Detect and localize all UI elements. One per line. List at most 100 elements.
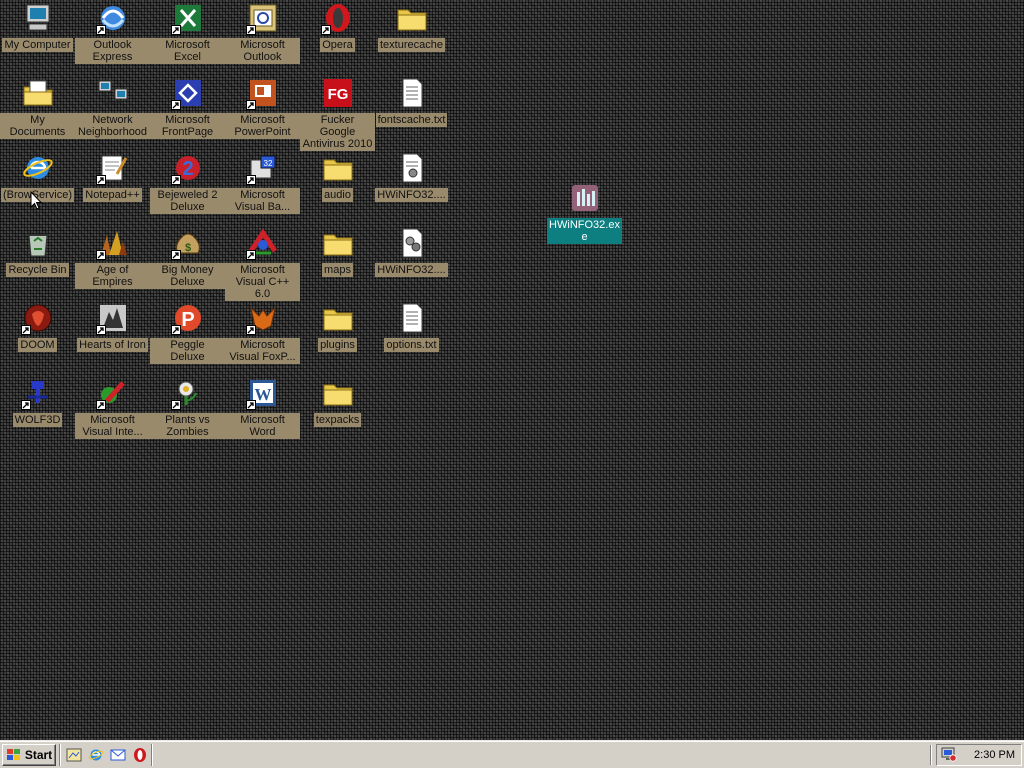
desktop-icon-doom[interactable]: DOOM <box>0 302 75 372</box>
desktop-icon-label: My Computer <box>2 38 73 52</box>
desktop-icon-label: Outlook Express <box>75 38 150 64</box>
svg-text:2: 2 <box>182 158 193 180</box>
shortcut-arrow-icon <box>95 25 106 35</box>
shortcut-arrow-icon <box>95 325 106 335</box>
shortcut-arrow-icon <box>245 100 256 110</box>
windows-logo-icon <box>6 748 20 760</box>
desktop-icon-label: texturecache <box>378 38 445 52</box>
start-button[interactable]: Start <box>2 743 56 766</box>
shortcut-arrow-icon <box>170 175 181 185</box>
desktop-icon-browservice[interactable]: (BrowService) <box>0 152 75 222</box>
desktop-icon-peggle[interactable]: P Peggle Deluxe <box>150 302 225 372</box>
desktop-icon-opera[interactable]: Opera <box>300 2 375 72</box>
visual-interdev-icon <box>95 377 129 410</box>
desktop-icon-visual-interdev[interactable]: Microsoft Visual Inte... <box>75 377 150 447</box>
shortcut-arrow-icon <box>170 400 181 410</box>
word-icon: W <box>245 377 279 410</box>
network-icon <box>97 77 129 109</box>
desktop-icon-label: plugins <box>318 338 357 352</box>
svg-text:$: $ <box>184 242 190 254</box>
desktop-icon-label: Microsoft Visual FoxP... <box>225 338 300 364</box>
clock[interactable]: 2:30 PM <box>974 749 1015 761</box>
desktop-icon-label: Peggle Deluxe <box>150 338 225 364</box>
quick-launch <box>66 747 148 763</box>
opera-icon <box>320 2 354 35</box>
outlook-express-icon <box>95 2 129 35</box>
quicklaunch-internet-explorer-icon[interactable] <box>88 747 104 763</box>
frontpage-icon <box>170 77 204 110</box>
desktop-icon-wolf3d[interactable]: WOLF3D <box>0 377 75 447</box>
desktop-icon-label: Microsoft Outlook <box>225 38 300 64</box>
folder-icon <box>322 227 354 259</box>
shortcut-arrow-icon <box>320 25 331 35</box>
shortcut-arrow-icon <box>170 25 181 35</box>
folder-icon <box>322 152 354 184</box>
outlook-icon <box>245 2 279 35</box>
desktop-icon-microsoft-frontpage[interactable]: Microsoft FrontPage <box>150 77 225 147</box>
desktop-icon-texpacks[interactable]: texpacks <box>300 377 375 447</box>
text-file-icon <box>396 77 428 109</box>
desktop-icon-label: Microsoft PowerPoint <box>225 113 300 139</box>
tray-monitor-icon[interactable] <box>941 746 957 765</box>
desktop-icon-visual-foxpro[interactable]: Microsoft Visual FoxP... <box>225 302 300 372</box>
desktop-icon-age-of-empires[interactable]: Age of Empires <box>75 227 150 297</box>
desktop-icon-hwinfo-1[interactable]: HWiNFO32.... <box>374 152 449 222</box>
desktop-icon-label: Big Money Deluxe <box>150 263 225 289</box>
powerpoint-icon <box>245 77 279 110</box>
desktop-icon-microsoft-excel[interactable]: Microsoft Excel <box>150 2 225 72</box>
shortcut-arrow-icon <box>170 100 181 110</box>
shortcut-arrow-icon <box>95 175 106 185</box>
desktop-icon-label: maps <box>322 263 353 277</box>
desktop-icon-my-computer[interactable]: My Computer <box>0 2 75 72</box>
desktop-icon-bejeweled[interactable]: 2 Bejeweled 2 Deluxe <box>150 152 225 222</box>
svg-text:32: 32 <box>263 159 272 168</box>
desktop-icon-notepadpp[interactable]: Notepad++ <box>75 152 150 222</box>
desktop-icon-visual-cpp[interactable]: Microsoft Visual C++ 6.0 <box>225 227 300 301</box>
my-documents-icon <box>22 77 54 109</box>
desktop-icon-label: My Documents <box>0 113 75 139</box>
quicklaunch-opera-icon[interactable] <box>132 747 148 763</box>
shortcut-arrow-icon <box>20 325 31 335</box>
shortcut-arrow-icon <box>245 250 256 260</box>
desktop-icon-plants-vs-zombies[interactable]: Plants vs Zombies <box>150 377 225 447</box>
desktop-icon-outlook-express[interactable]: Outlook Express <box>75 2 150 72</box>
desktop-icon-network-neighborhood[interactable]: Network Neighborhood <box>75 77 150 147</box>
desktop-icon-label: Microsoft Excel <box>150 38 225 64</box>
desktop-icon-label: HWiNFO32.exe <box>547 218 622 244</box>
desktop-icon-label: Plants vs Zombies <box>150 413 225 439</box>
desktop-icon-maps[interactable]: maps <box>300 227 375 297</box>
desktop-icon-label: WOLF3D <box>12 413 63 427</box>
desktop-icon-label: Notepad++ <box>83 188 142 202</box>
desktop-icon-label: Fucker Google Antivirus 2010 <box>300 113 375 151</box>
desktop-icon-microsoft-powerpoint[interactable]: Microsoft PowerPoint <box>225 77 300 147</box>
desktop-icon-big-money[interactable]: $ Big Money Deluxe <box>150 227 225 297</box>
desktop-icon-visual-basic[interactable]: 32 Microsoft Visual Ba... <box>225 152 300 222</box>
hwinfo-icon <box>569 182 601 214</box>
desktop-icon-audio[interactable]: audio <box>300 152 375 222</box>
desktop-icon-label: Hearts of Iron <box>77 338 148 352</box>
quicklaunch-show-desktop-icon[interactable] <box>66 747 82 763</box>
desktop-icon-fucker-google[interactable]: FG Fucker Google Antivirus 2010 <box>300 77 375 151</box>
desktop-icon-hwinfo-2[interactable]: HWiNFO32.... <box>374 227 449 297</box>
peggle-icon: P <box>170 302 204 335</box>
desktop-icon-texturecache[interactable]: texturecache <box>374 2 449 72</box>
desktop-icon-microsoft-outlook[interactable]: Microsoft Outlook <box>225 2 300 72</box>
folder-icon <box>322 377 354 409</box>
desktop-icon-label: DOOM <box>18 338 57 352</box>
desktop-icon-my-documents[interactable]: My Documents <box>0 77 75 147</box>
desktop-icon-label: Age of Empires <box>75 263 150 289</box>
my-computer-icon <box>22 2 54 34</box>
desktop-icon-label: HWiNFO32.... <box>375 188 448 202</box>
desktop-icon-options[interactable]: options.txt <box>374 302 449 372</box>
desktop[interactable]: My Computer Outlook Express Microsoft Exce… <box>0 0 1024 740</box>
plants-vs-zombies-icon <box>170 377 204 410</box>
desktop-icon-label: audio <box>322 188 353 202</box>
desktop-icon-hwinfo-exe[interactable]: HWiNFO32.exe <box>547 182 622 252</box>
desktop-icon-hearts-of-iron[interactable]: Hearts of Iron <box>75 302 150 372</box>
quicklaunch-outlook-express-icon[interactable] <box>110 747 126 763</box>
desktop-icon-microsoft-word[interactable]: W Microsoft Word <box>225 377 300 447</box>
desktop-icon-plugins[interactable]: plugins <box>300 302 375 372</box>
desktop-icon-fontscache[interactable]: fontscache.txt <box>374 77 449 147</box>
svg-text:P: P <box>181 309 194 331</box>
desktop-icon-recycle-bin[interactable]: Recycle Bin <box>0 227 75 297</box>
